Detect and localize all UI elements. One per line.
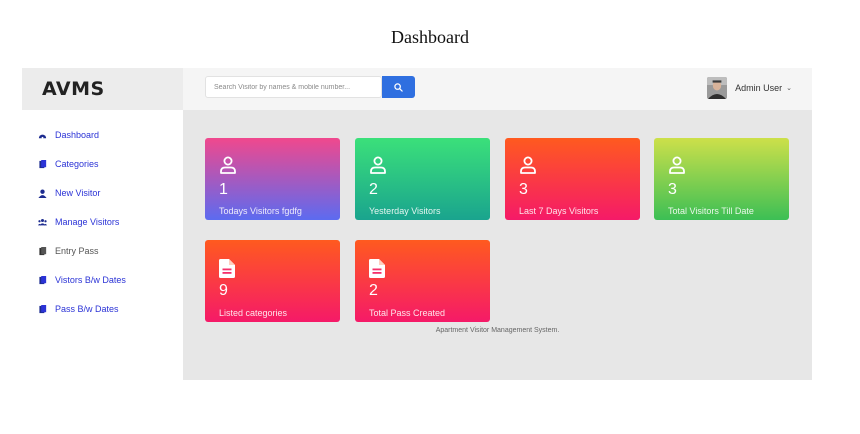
card-last-7-days-visitors[interactable]: 3 Last 7 Days Visitors — [505, 138, 640, 220]
sidebar-item-label: Dashboard — [55, 130, 100, 140]
search-input[interactable] — [205, 76, 382, 98]
app-shell: AVMS Admin User ⌄ — [22, 68, 812, 380]
card-count: 9 — [219, 282, 228, 299]
card-todays-visitors[interactable]: 1 Todays Visitors fgdfg — [205, 138, 340, 220]
sidebar: Dashboard Categories New Visitor Manage … — [22, 110, 183, 380]
user-icon — [668, 156, 686, 179]
user-menu[interactable]: Admin User ⌄ — [707, 75, 792, 101]
main-content: 1 Todays Visitors fgdfg 2 Yesterday Visi… — [183, 110, 812, 380]
brand-logo[interactable]: AVMS — [22, 68, 183, 110]
card-label: Total Pass Created — [369, 308, 446, 318]
sidebar-item-new-visitor[interactable]: New Visitor — [38, 188, 100, 198]
card-total-pass-created[interactable]: 2 Total Pass Created — [355, 240, 490, 322]
user-icon — [369, 156, 387, 179]
sidebar-item-label: Manage Visitors — [55, 217, 120, 227]
card-yesterday-visitors[interactable]: 2 Yesterday Visitors — [355, 138, 490, 220]
card-listed-categories[interactable]: 9 Listed categories — [205, 240, 340, 322]
sidebar-item-label: New Visitor — [55, 188, 101, 198]
sidebar-item-pass-bw-dates[interactable]: Pass B/w Dates — [38, 304, 119, 314]
user-icon — [519, 156, 537, 179]
sidebar-item-label: Entry Pass — [55, 246, 99, 256]
page-heading: Dashboard — [391, 27, 469, 47]
sidebar-item-dashboard[interactable]: Dashboard — [38, 130, 99, 140]
dashboard-icon — [38, 131, 47, 140]
user-icon — [38, 189, 47, 198]
avatar[interactable] — [707, 77, 728, 99]
sidebar-item-manage-visitors[interactable]: Manage Visitors — [38, 217, 119, 227]
card-label: Todays Visitors fgdfg — [219, 206, 302, 216]
top-bar: AVMS Admin User ⌄ — [22, 68, 812, 110]
card-label: Last 7 Days Visitors — [519, 206, 599, 216]
chevron-down-icon[interactable]: ⌄ — [786, 84, 792, 92]
sidebar-item-categories[interactable]: Categories — [38, 159, 99, 169]
card-count: 3 — [668, 181, 677, 198]
file-icon — [38, 275, 47, 285]
user-name[interactable]: Admin User — [735, 83, 782, 93]
search-icon — [394, 82, 403, 92]
document-icon — [219, 259, 235, 283]
sidebar-item-label: Vistors B/w Dates — [55, 275, 126, 285]
document-icon — [369, 259, 385, 283]
file-icon — [38, 304, 47, 314]
sidebar-item-label: Categories — [55, 159, 99, 169]
sidebar-item-visitors-bw-dates[interactable]: Vistors B/w Dates — [38, 275, 126, 285]
card-label: Listed categories — [219, 308, 288, 318]
card-count: 1 — [219, 181, 228, 198]
users-icon — [38, 218, 47, 227]
sidebar-item-entry-pass[interactable]: Entry Pass — [38, 246, 99, 256]
file-icon — [38, 246, 47, 256]
user-icon — [219, 156, 237, 179]
card-label: Yesterday Visitors — [369, 206, 441, 216]
card-count: 3 — [519, 181, 528, 198]
sidebar-item-label: Pass B/w Dates — [55, 304, 119, 314]
card-count: 2 — [369, 181, 378, 198]
card-label: Total Visitors Till Date — [668, 206, 754, 216]
card-count: 2 — [369, 282, 378, 299]
card-total-visitors[interactable]: 3 Total Visitors Till Date — [654, 138, 789, 220]
file-icon — [38, 159, 47, 169]
footer-text: Apartment Visitor Management System. — [435, 327, 560, 334]
search-button[interactable] — [382, 76, 415, 98]
